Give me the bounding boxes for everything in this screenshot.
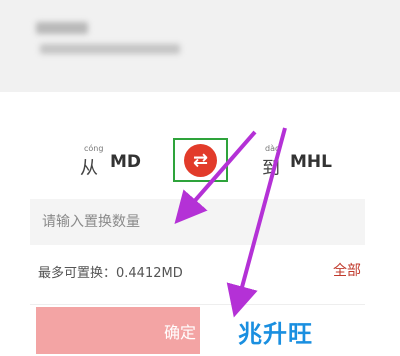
to-label: dào 到 [262,144,280,180]
max-amount-label: 最多可置换：0.4412MD [38,266,183,281]
from-coin[interactable]: MD [110,152,141,172]
amount-input[interactable] [30,199,365,245]
to-text: 到 [262,158,280,179]
header-bar [0,0,400,92]
from-text: 从 [80,158,98,179]
blurred-subtitle [40,44,180,54]
to-pinyin: dào [265,144,280,153]
watermark-logo: 兆升旺 [238,320,313,348]
from-label: cóng 从 [80,144,103,180]
to-coin[interactable]: MHL [290,152,332,172]
swap-row: cóng 从 MD ⇄ dào 到 MHL [0,135,400,190]
all-button[interactable]: 全部 [333,260,361,280]
swap-arrows-icon[interactable]: ⇄ [184,144,217,177]
swap-highlight-box: ⇄ [173,138,228,182]
from-pinyin: cóng [84,144,104,153]
blurred-title [36,22,88,34]
